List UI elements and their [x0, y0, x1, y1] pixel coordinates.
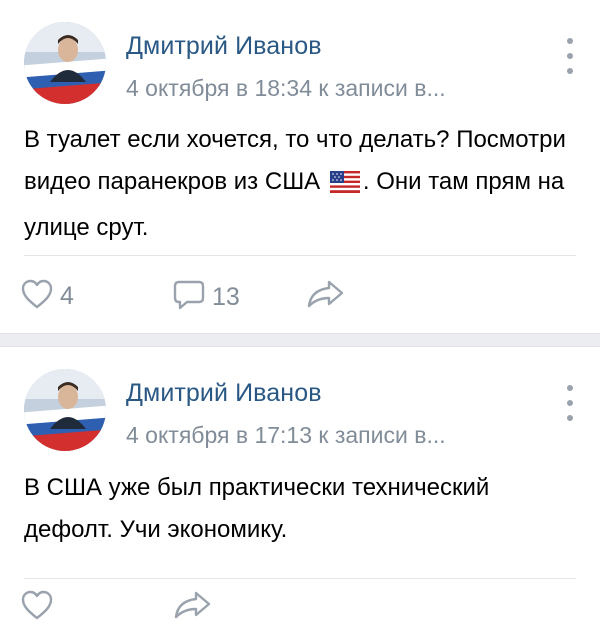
comment-meta[interactable]: 4 октября в 17:13 к записи в...	[126, 422, 446, 449]
like-count: 4	[60, 282, 74, 310]
avatar[interactable]	[24, 22, 106, 104]
us-flag-icon	[329, 165, 360, 207]
share-button[interactable]	[305, 278, 345, 315]
author-name[interactable]: Дмитрий Иванов	[126, 379, 322, 408]
comment-count: 13	[212, 283, 240, 311]
more-vertical-icon[interactable]	[564, 385, 576, 421]
comment-text: В США уже был практически технический де…	[24, 474, 490, 543]
separator	[24, 255, 576, 256]
more-vertical-icon[interactable]	[564, 38, 576, 74]
like-button[interactable]	[20, 589, 54, 626]
heart-icon	[20, 589, 54, 626]
heart-icon	[20, 278, 54, 315]
share-icon	[172, 589, 212, 626]
comment-button[interactable]: 13	[172, 278, 240, 317]
comment-card: Дмитрий Иванов 4 октября в 17:13 к запис…	[0, 347, 600, 633]
separator	[24, 578, 576, 579]
comment-icon	[172, 278, 206, 317]
share-icon	[305, 278, 345, 315]
share-button[interactable]	[172, 589, 212, 626]
avatar[interactable]	[24, 369, 106, 451]
comment-meta[interactable]: 4 октября в 18:34 к записи в...	[126, 75, 446, 102]
comment-card: Дмитрий Иванов 4 октября в 18:34 к запис…	[0, 0, 600, 333]
comment-text: В туалет если хочется, то что делать? По…	[24, 119, 576, 249]
feed-divider	[0, 333, 600, 347]
author-name[interactable]: Дмитрий Иванов	[126, 32, 322, 61]
like-button[interactable]: 4	[20, 278, 74, 315]
